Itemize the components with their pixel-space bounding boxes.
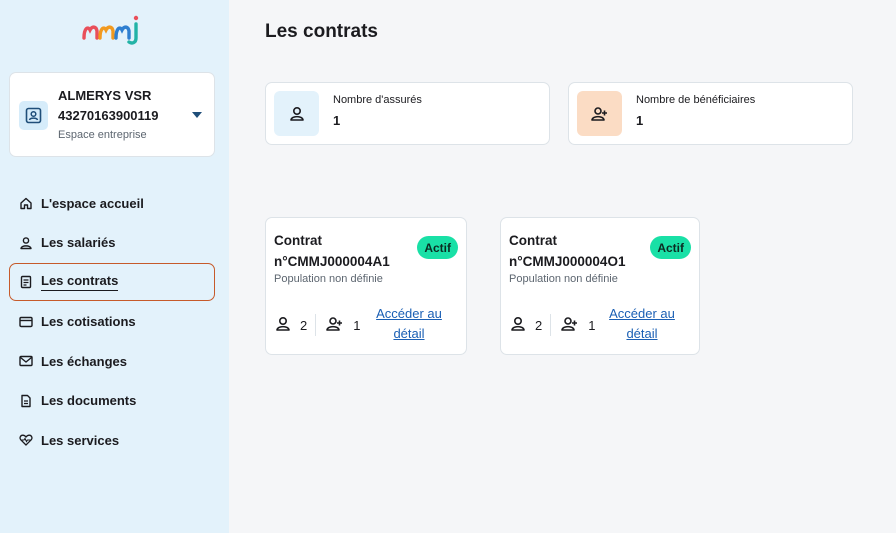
- contract-number: n°CMMJ000004O1: [509, 254, 626, 269]
- id-card-icon: [19, 101, 48, 130]
- users-icon: [325, 315, 345, 336]
- users-icon: [577, 91, 622, 136]
- account-id: 43270163900119: [58, 108, 159, 123]
- nav-item-documents[interactable]: Les documents: [9, 382, 215, 420]
- heart-pulse-icon: [19, 433, 33, 447]
- insured-count: 2: [509, 315, 542, 336]
- mail-icon: [19, 354, 33, 368]
- divider: [550, 314, 552, 336]
- link-line: détail: [626, 326, 658, 341]
- stat-card-assures: Nombre d'assurés 1: [265, 82, 550, 145]
- insured-number: 2: [300, 317, 308, 333]
- caret-down-icon[interactable]: [190, 109, 204, 121]
- nav-item-cotisations[interactable]: Les cotisations: [9, 303, 215, 341]
- beneficiaries-number: 1: [588, 317, 596, 333]
- nav-label: Les salariés: [41, 235, 116, 250]
- beneficiaries-count: 1: [560, 315, 595, 336]
- link-line: Accéder au: [609, 306, 675, 321]
- contract-title: Contrat n°CMMJ000004O1: [509, 230, 625, 272]
- page-title: Les contrats: [265, 21, 378, 42]
- nav-label: Les échanges: [41, 353, 127, 369]
- contract-detail-link[interactable]: Accéder au détail: [374, 304, 444, 344]
- contract-number: n°CMMJ000004A1: [274, 254, 390, 269]
- brand-logo[interactable]: [80, 14, 144, 46]
- account-name: ALMERYS VSR: [58, 88, 152, 103]
- contract-title-line: Contrat: [274, 233, 322, 248]
- nav-item-accueil[interactable]: L'espace accueil: [9, 184, 215, 222]
- contract-detail-link[interactable]: Accéder au détail: [607, 304, 677, 344]
- nav-label: L'espace accueil: [41, 195, 144, 211]
- nav-label: Les cotisations: [41, 314, 136, 329]
- document-list-icon: [19, 275, 33, 289]
- beneficiaries-count: 1: [325, 315, 360, 336]
- stat-value: 1: [333, 113, 341, 128]
- home-icon: [19, 196, 33, 210]
- sidebar: ALMERYS VSR 43270163900119 Espace entrep…: [0, 0, 229, 533]
- stat-label: Nombre d'assurés: [333, 94, 422, 106]
- file-icon: [19, 394, 33, 408]
- user-icon: [509, 315, 527, 336]
- nav-item-contrats[interactable]: Les contrats: [9, 263, 215, 301]
- account-selector[interactable]: ALMERYS VSR 43270163900119 Espace entrep…: [9, 72, 215, 157]
- user-icon: [274, 315, 292, 336]
- insured-number: 2: [535, 317, 543, 333]
- nav-item-salaries[interactable]: Les salariés: [9, 224, 215, 262]
- contract-title: Contrat n°CMMJ000004A1: [274, 230, 390, 272]
- contract-stats: 2 1: [274, 314, 360, 336]
- beneficiaries-number: 1: [353, 317, 361, 333]
- link-line: détail: [393, 326, 425, 341]
- credit-card-icon: [19, 315, 33, 329]
- user-icon: [274, 91, 319, 136]
- contract-title-line: Contrat: [509, 233, 557, 248]
- user-icon: [19, 236, 33, 250]
- link-line: Accéder au: [376, 306, 442, 321]
- users-icon: [560, 315, 580, 336]
- stat-card-beneficiaires: Nombre de bénéficiaires 1: [568, 82, 853, 145]
- contract-card: Contrat n°CMMJ000004O1 Actif Population …: [500, 217, 700, 355]
- nav-label: Les contrats: [41, 273, 119, 291]
- nav-item-echanges[interactable]: Les échanges: [9, 342, 215, 380]
- contract-population: Population non définie: [509, 273, 618, 285]
- main-nav: L'espace accueil Les salariés Les contra…: [9, 184, 215, 461]
- account-subtitle: Espace entreprise: [58, 129, 147, 141]
- contract-population: Population non définie: [274, 273, 383, 285]
- contract-card: Contrat n°CMMJ000004A1 Actif Population …: [265, 217, 467, 355]
- divider: [315, 314, 317, 336]
- stat-value: 1: [636, 113, 644, 128]
- nav-label: Les documents: [41, 393, 137, 408]
- contract-stats: 2 1: [509, 314, 595, 336]
- nav-item-services[interactable]: Les services: [9, 421, 215, 459]
- insured-count: 2: [274, 315, 307, 336]
- status-badge: Actif: [650, 236, 691, 259]
- stat-label: Nombre de bénéficiaires: [636, 94, 756, 106]
- nav-label: Les services: [41, 432, 120, 448]
- status-badge: Actif: [417, 236, 458, 259]
